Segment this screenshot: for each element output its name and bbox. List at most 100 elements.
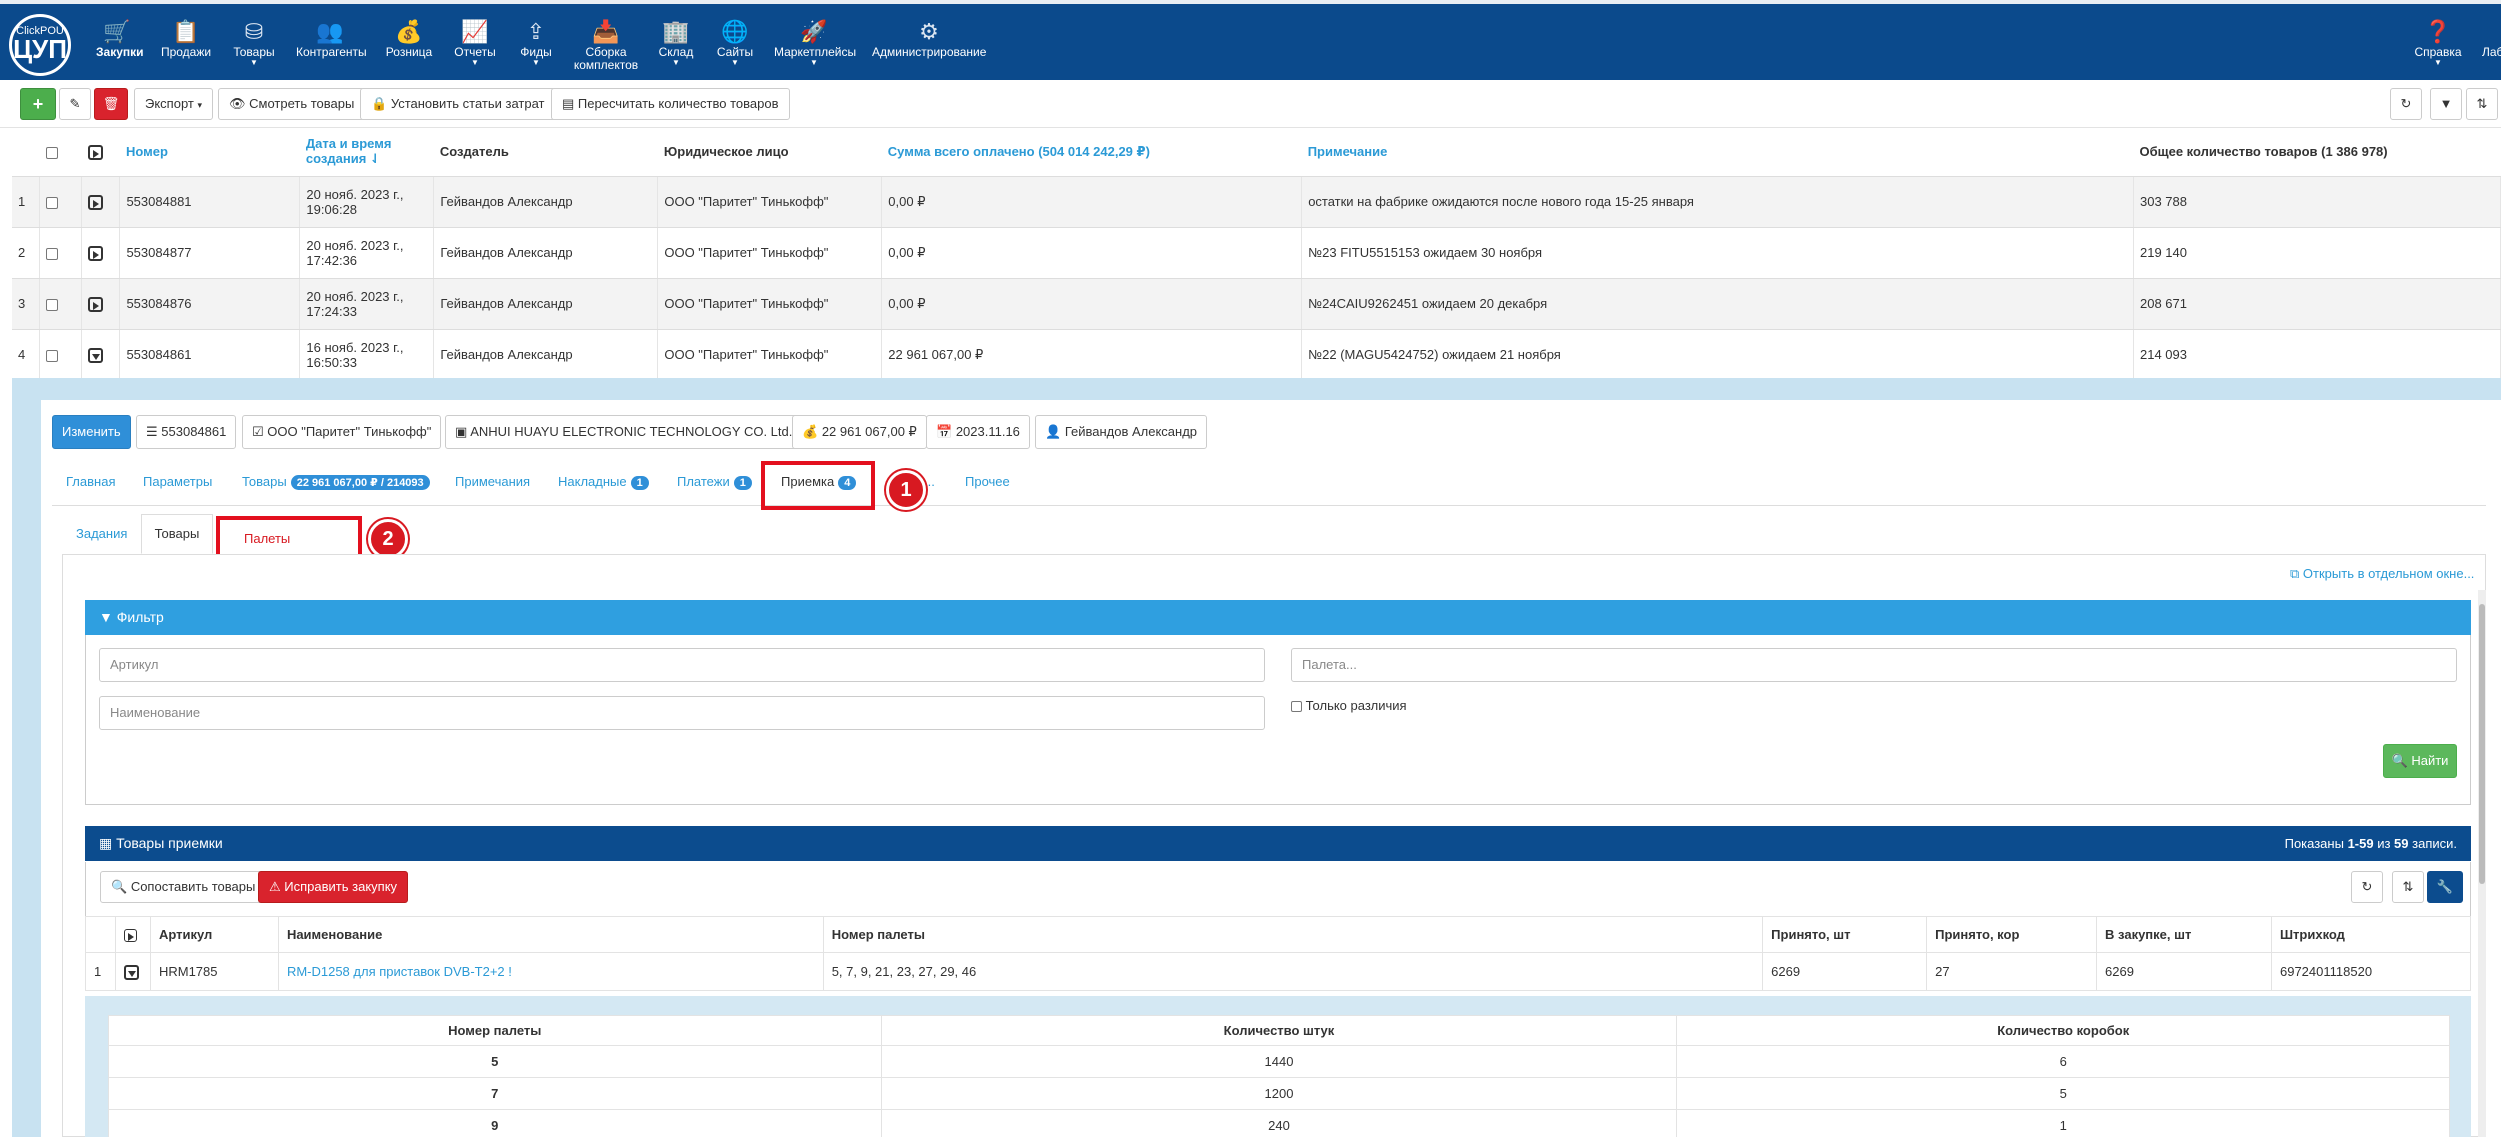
tab-invoices[interactable]: Накладные 1 — [558, 474, 649, 490]
refresh-button[interactable]: ↻ — [2390, 88, 2422, 120]
header-note[interactable]: Примечание — [1301, 128, 2134, 177]
edit-order-button[interactable]: Изменить — [52, 415, 131, 449]
match-goods-button[interactable]: 🔍 Сопоставить товары — [100, 871, 267, 903]
order-creator: Гейвандов Александр — [433, 329, 659, 381]
nav-item-sales[interactable]: 📋 Продажи — [160, 20, 212, 78]
delete-button[interactable]: 🗑 — [94, 88, 128, 120]
collapse-row-icon[interactable] — [123, 964, 139, 980]
order-date: 20 нояб. 2023 г., 17:24:33 — [299, 278, 435, 330]
find-button[interactable]: 🔍 Найти — [2383, 744, 2457, 778]
nav-item-contractors[interactable]: 👥 Контрагенты — [296, 20, 367, 78]
refresh-icon: ↻ — [2361, 879, 2373, 894]
order-date: 16 нояб. 2023 г., 16:50:33 — [299, 329, 435, 381]
name-input[interactable]: Наименование — [99, 696, 1265, 730]
content-scrollbar[interactable] — [2478, 590, 2486, 1137]
filter-panel-header[interactable]: ▼ Фильтр — [85, 600, 2471, 635]
order-paid: 22 961 067,00 ₽ — [881, 329, 1303, 381]
nav-item-reports[interactable]: 📈 Отчеты ▼ — [452, 20, 498, 78]
nav-item-feeds[interactable]: ⇪ Фиды ▼ — [516, 20, 556, 78]
table-row[interactable]: 1 553084881 20 нояб. 2023 г., 19:06:28 Ге… — [12, 176, 2501, 228]
table-row[interactable]: 3 553084876 20 нояб. 2023 г., 17:24:33 Ге… — [12, 278, 2501, 330]
nav-item-warehouse[interactable]: 🏢 Склад ▼ — [656, 20, 696, 78]
step-marker-1: 1 — [886, 470, 926, 510]
row-index: 1 — [85, 952, 116, 991]
subtab-tasks[interactable]: Задания — [76, 526, 127, 541]
add-button[interactable]: + — [20, 88, 56, 120]
order-creator: Гейвандов Александр — [433, 176, 659, 228]
row-checkbox[interactable] — [46, 247, 59, 260]
goods-name-link[interactable]: RM-D1258 для приставок DVB-T2+2 ! — [287, 964, 512, 979]
header-paid[interactable]: Сумма всего оплачено (504 014 242,29 ₽) — [881, 128, 1302, 177]
nav-item-help[interactable]: ❓ Справка ▼ — [2414, 20, 2462, 78]
logo-bottom-text: ЦУП — [13, 34, 67, 64]
order-creator: Гейвандов Александр — [433, 278, 659, 330]
select-all-checkbox[interactable] — [45, 146, 58, 159]
table-row[interactable]: 2 553084877 20 нояб. 2023 г., 17:42:36 Ге… — [12, 227, 2501, 279]
goods-name: RM-D1258 для приставок DVB-T2+2 ! — [277, 952, 824, 991]
goods-settings-button[interactable]: 🔧 — [2427, 871, 2463, 903]
table-row[interactable]: 1 HRM1785 RM-D1258 для приставок DVB-T2+… — [85, 952, 2472, 991]
export-dropdown[interactable]: Экспорт ▾ — [134, 88, 214, 120]
nav-item-sites[interactable]: 🌐 Сайты ▼ — [714, 20, 756, 78]
goods-accepted-pcs: 6269 — [1762, 952, 1928, 991]
row-checkbox[interactable] — [46, 196, 59, 209]
header-name: Наименование — [277, 916, 824, 953]
eye-icon: 👁 — [229, 96, 250, 111]
collapse-row-icon[interactable] — [88, 347, 104, 363]
nav-item-lab[interactable]: Лаб — [2482, 20, 2501, 78]
nav-item-retail[interactable]: 💰 Розница — [384, 20, 434, 78]
expand-row-icon[interactable] — [88, 296, 104, 312]
only-diff-checkbox[interactable] — [1291, 701, 1302, 713]
header-creator: Создатель — [433, 128, 658, 177]
open-in-window-link[interactable]: ⧉ Открыть в отдельном окне... — [2290, 566, 2474, 582]
expand-row-icon[interactable] — [88, 245, 104, 261]
chevron-down-icon: ▼ — [672, 58, 680, 67]
tab-notes[interactable]: Примечания — [455, 474, 530, 489]
fix-purchase-button[interactable]: ⚠ Исправить закупку — [258, 871, 409, 903]
goods-refresh-button[interactable]: ↻ — [2351, 871, 2383, 903]
expand-row-icon[interactable] — [88, 194, 104, 210]
goods-pallets: 5, 7, 9, 21, 23, 27, 29, 46 — [822, 952, 1764, 991]
row-checkbox[interactable] — [46, 298, 59, 311]
tab-main[interactable]: Главная — [66, 474, 115, 489]
article-input[interactable]: Артикул — [99, 648, 1265, 682]
app-logo[interactable]: ClickPOU ЦУП — [9, 14, 71, 76]
pallet-select[interactable]: Палета... — [1291, 648, 2457, 682]
order-note: №24CAIU9262451 ожидаем 20 декабря — [1301, 278, 2134, 330]
header-date[interactable]: Дата и время создания ⇃ — [299, 128, 434, 177]
only-diff-option[interactable]: Только различия — [1291, 698, 1407, 713]
filter-icon: ▼ — [2439, 96, 2453, 111]
table-row[interactable]: 4 553084861 16 нояб. 2023 г., 16:50:33 Ге… — [12, 329, 2501, 381]
nav-item-marketplaces[interactable]: 🚀 Маркетплейсы ▼ — [774, 20, 856, 78]
tab-params[interactable]: Параметры — [143, 474, 212, 489]
tab-other[interactable]: Прочее — [965, 474, 1010, 489]
sum-chip: 💰 22 961 067,00 ₽ — [792, 415, 927, 449]
expand-all-icon[interactable] — [87, 144, 103, 160]
sort-button[interactable]: ⇅ — [2466, 88, 2498, 120]
header-number[interactable]: Номер — [119, 128, 300, 177]
nav-item-administration[interactable]: ⚙ Администрирование — [872, 20, 986, 78]
goods-panel-header: ▦ Товары приемки Показаны 1-59 из 59 зап… — [85, 826, 2471, 861]
tab-goods[interactable]: Товары 22 961 067,00 ₽ / 214093 — [242, 474, 430, 490]
goods-sort-button[interactable]: ⇅ — [2392, 871, 2424, 903]
view-goods-button[interactable]: 👁 Смотреть товары — [218, 88, 366, 120]
recount-button[interactable]: ▤ Пересчитать количество товаров — [551, 88, 790, 120]
nav-item-kit-assembly[interactable]: 📥 Сборка комплектов — [572, 20, 640, 78]
order-note: остатки на фабрике ожидаются после новог… — [1301, 176, 2134, 228]
pallet-number: 5 — [108, 1045, 882, 1078]
expand-all-icon[interactable] — [123, 929, 137, 943]
filter-icon: ▼ — [99, 609, 117, 625]
subtab-goods[interactable]: Товары — [141, 514, 213, 554]
tab-payments[interactable]: Платежи 1 — [677, 474, 752, 490]
nav-item-goods[interactable]: ⛁ Товары ▼ — [232, 20, 276, 78]
clipboard-icon: 📋 — [172, 19, 200, 44]
header-barcode: Штрихкод — [2270, 916, 2472, 953]
filter-button[interactable]: ▼ — [2430, 88, 2462, 120]
edit-button[interactable]: ✎ — [59, 88, 91, 120]
set-costs-button[interactable]: 🔒 Установить статьи затрат — [360, 88, 556, 120]
scrollbar-thumb[interactable] — [2479, 604, 2485, 884]
row-checkbox[interactable] — [46, 349, 59, 362]
header-accepted-box: Принято, кор — [1926, 916, 2098, 953]
nav-item-purchases[interactable]: 🛒 Закупки — [96, 20, 144, 78]
receiving-goods-table: Артикул Наименование Номер палеты Принят… — [85, 916, 2472, 991]
